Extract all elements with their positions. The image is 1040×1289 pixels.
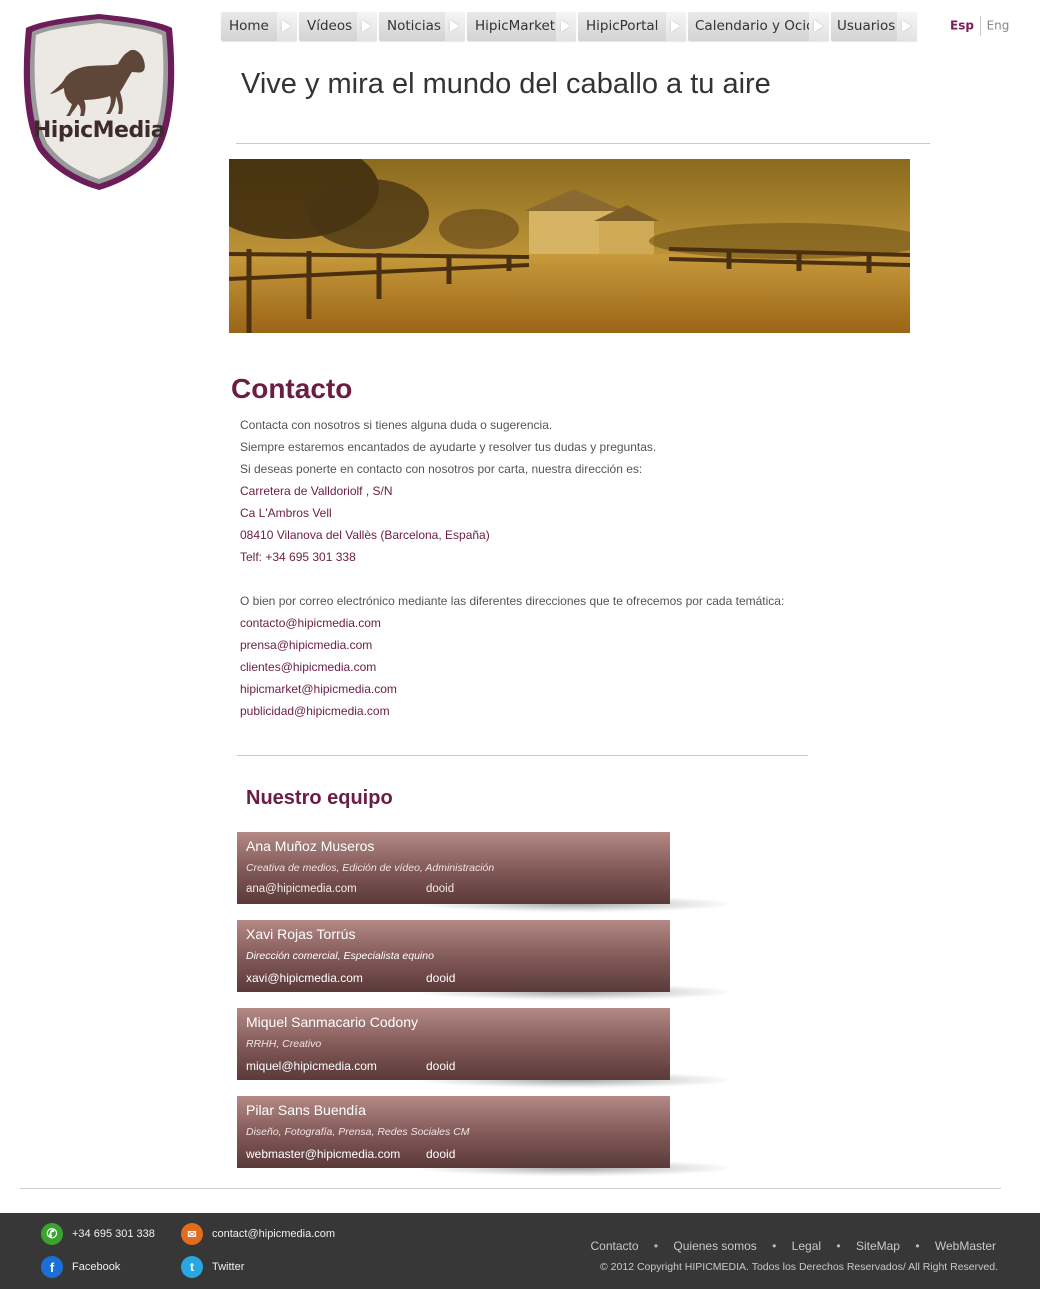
nav-item-home[interactable]: Home (221, 12, 297, 41)
footer-facebook-text[interactable]: Facebook (72, 1261, 120, 1273)
member-role: Creativa de medios, Edición de vídeo, Ad… (246, 862, 495, 874)
nav-item-label: Home (229, 18, 269, 34)
nav-arrow-icon (277, 12, 297, 41)
nav-arrow-icon (445, 12, 465, 41)
member-dooid-link[interactable]: dooid (426, 1147, 455, 1161)
contact-text: Si deseas ponerte en contacto con nosotr… (240, 462, 643, 476)
language-switcher: Esp Eng (950, 16, 1009, 36)
copyright-text: © 2012 Copyright HIPICMEDIA. Todos los D… (600, 1261, 998, 1273)
divider (236, 143, 930, 144)
nav-arrow-icon (897, 12, 917, 41)
lang-divider (979, 16, 981, 36)
footer-link-webmaster[interactable]: WebMaster (935, 1239, 996, 1253)
email-intro: O bien por correo electrónico mediante l… (240, 594, 785, 608)
nav-item-calendario[interactable]: Calendario y Ocio (688, 12, 829, 41)
email-link[interactable]: contacto@hipicmedia.com (240, 612, 860, 634)
footer-phone-text: +34 695 301 338 (72, 1228, 155, 1240)
footer-link-legal[interactable]: Legal (792, 1239, 821, 1253)
phone-icon: ✆ (41, 1223, 63, 1245)
member-role: Dirección comercial, Especialista equino (246, 950, 434, 962)
footer-separator: • (772, 1239, 777, 1253)
footer-link-quienes-somos[interactable]: Quienes somos (673, 1239, 756, 1253)
footer-links: Contacto • Quienes somos • Legal • SiteM… (590, 1239, 996, 1253)
member-email-link[interactable]: webmaster@hipicmedia.com (246, 1147, 400, 1161)
email-link[interactable]: hipicmarket@hipicmedia.com (240, 678, 860, 700)
logo-text: HipicMedia (32, 118, 166, 143)
footer-facebook[interactable]: f Facebook (41, 1256, 120, 1278)
email-link[interactable]: publicidad@hipicmedia.com (240, 700, 860, 722)
page-headline: Vive y mira el mundo del caballo a tu ai… (241, 68, 771, 100)
footer-separator: • (653, 1239, 659, 1253)
footer-phone: ✆ +34 695 301 338 (41, 1223, 155, 1245)
banner-image (229, 159, 910, 333)
member-email-link[interactable]: xavi@hipicmedia.com (246, 971, 363, 985)
footer-separator: • (836, 1239, 841, 1253)
contact-body: Contacta con nosotros si tienes alguna d… (240, 414, 860, 722)
contact-text: Contacta con nosotros si tienes alguna d… (240, 418, 553, 432)
twitter-icon: t (181, 1256, 203, 1278)
member-name: Ana Muñoz Museros (246, 838, 375, 854)
nav-arrow-icon (809, 12, 829, 41)
nav-item-label: Vídeos (307, 18, 353, 34)
team-card: Ana Muñoz Museros Creativa de medios, Ed… (237, 832, 670, 904)
email-link[interactable]: prensa@hipicmedia.com (240, 634, 860, 656)
divider (20, 1188, 1001, 1189)
email-icon: ✉ (181, 1223, 203, 1245)
nav-item-label: HipicPortal (586, 18, 659, 34)
footer-link-sitemap[interactable]: SiteMap (856, 1239, 900, 1253)
nav-item-hipicmarket[interactable]: HipicMarket (467, 12, 576, 41)
team-card: Miquel Sanmacario Codony RRHH, Creativo … (237, 1008, 670, 1080)
footer-twitter-text[interactable]: Twitter (212, 1261, 244, 1273)
member-name: Xavi Rojas Torrús (246, 926, 356, 942)
member-role: RRHH, Creativo (246, 1038, 322, 1050)
nav-arrow-icon (357, 12, 377, 41)
nav-arrow-icon (556, 12, 576, 41)
address-line: Carretera de Valldoriolf , S/N (240, 484, 393, 498)
nav-item-label: Usuarios (837, 18, 896, 34)
nav-item-usuarios[interactable]: Usuarios (831, 12, 917, 41)
nav-item-label: Noticias (387, 18, 441, 34)
hipicmedia-logo[interactable]: HipicMedia (20, 10, 178, 192)
lang-esp-link[interactable]: Esp (950, 19, 974, 33)
member-name: Miquel Sanmacario Codony (246, 1014, 418, 1030)
nav-item-noticias[interactable]: Noticias (379, 12, 465, 41)
nav-item-hipicportal[interactable]: HipicPortal (578, 12, 686, 41)
phone-line: Telf: +34 695 301 338 (240, 550, 356, 564)
contact-text: Siempre estaremos encantados de ayudarte… (240, 440, 657, 454)
footer-twitter[interactable]: t Twitter (181, 1256, 244, 1278)
address-line: 08410 Vilanova del Vallès (Barcelona, Es… (240, 528, 490, 542)
footer-email[interactable]: ✉ contact@hipicmedia.com (181, 1223, 335, 1245)
facebook-icon: f (41, 1256, 63, 1278)
email-link[interactable]: clientes@hipicmedia.com (240, 656, 860, 678)
site-footer: ✆ +34 695 301 338 ✉ contact@hipicmedia.c… (0, 1213, 1040, 1289)
contact-title: Contacto (231, 373, 353, 404)
team-title: Nuestro equipo (246, 787, 393, 809)
member-name: Pilar Sans Buendía (246, 1102, 366, 1118)
footer-separator: • (915, 1239, 920, 1253)
team-card: Pilar Sans Buendía Diseño, Fotografía, P… (237, 1096, 670, 1168)
member-dooid-link[interactable]: dooid (426, 971, 455, 985)
divider (237, 755, 808, 756)
member-role: Diseño, Fotografía, Prensa, Redes Social… (246, 1126, 470, 1138)
team-card: Xavi Rojas Torrús Dirección comercial, E… (237, 920, 670, 992)
member-dooid-link[interactable]: dooid (426, 1059, 455, 1073)
footer-link-contacto[interactable]: Contacto (590, 1239, 638, 1253)
footer-email-text[interactable]: contact@hipicmedia.com (212, 1228, 335, 1240)
member-email-link[interactable]: miquel@hipicmedia.com (246, 1059, 377, 1073)
logo-shield-icon (23, 14, 175, 190)
nav-arrow-icon (666, 12, 686, 41)
member-dooid-link[interactable]: dooid (426, 883, 454, 895)
address-line: Ca L'Ambros Vell (240, 506, 332, 520)
banner-farm-photo (229, 159, 910, 333)
lang-eng-link[interactable]: Eng (987, 19, 1010, 33)
nav-item-label: HipicMarket (475, 18, 556, 34)
nav-item-videos[interactable]: Vídeos (299, 12, 377, 41)
nav-item-label: Calendario y Ocio (695, 18, 815, 34)
member-email-link[interactable]: ana@hipicmedia.com (246, 883, 357, 895)
